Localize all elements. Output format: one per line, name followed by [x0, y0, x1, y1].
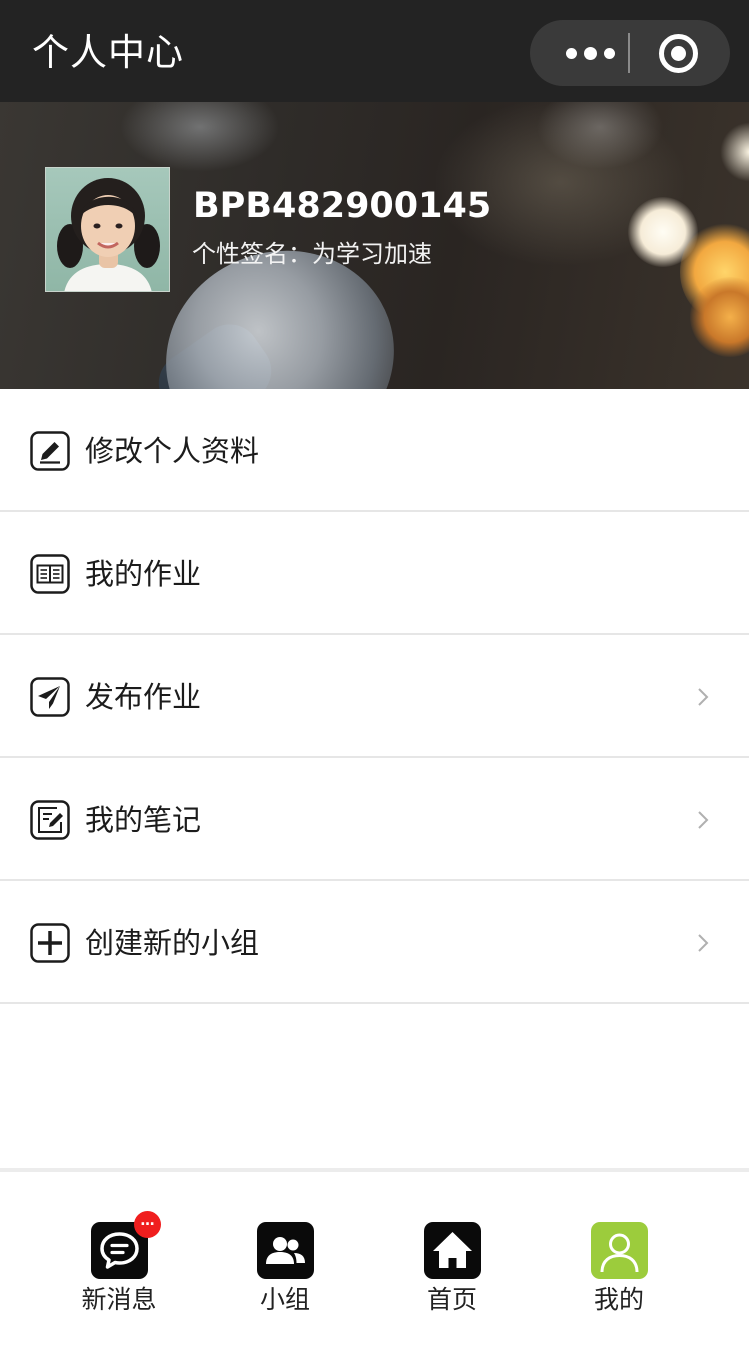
- capsule-divider: [628, 33, 630, 73]
- chevron-right-icon: [698, 811, 709, 829]
- tab-mine[interactable]: 我的: [559, 1216, 679, 1326]
- edit-pencil-icon: [30, 431, 70, 471]
- bottom-tab-bar: … 新消息 小组 首页 我的: [0, 1168, 749, 1355]
- menu-item-label: 修改个人资料: [85, 434, 260, 468]
- username: BPB482900145: [193, 186, 492, 226]
- user-icon: [591, 1222, 648, 1279]
- chevron-right-icon: [698, 688, 709, 706]
- menu-item-my-notes[interactable]: 我的笔记: [0, 758, 749, 881]
- tab-messages[interactable]: … 新消息: [59, 1211, 179, 1326]
- menu-item-label: 我的笔记: [85, 803, 202, 837]
- group-icon: [257, 1222, 314, 1279]
- menu-list: 修改个人资料 我的作业 发布作业 我的笔记 创建新的小组: [0, 389, 749, 1004]
- home-icon: [424, 1222, 481, 1279]
- menu-item-label: 我的作业: [85, 557, 202, 591]
- signature-text: 个性签名：为学习加速: [192, 240, 432, 268]
- avatar-portrait: [46, 168, 169, 291]
- target-circle-icon[interactable]: [659, 34, 698, 73]
- tab-label: 我的: [593, 1285, 644, 1314]
- background-bokeh: [720, 122, 749, 182]
- open-book-icon: [30, 554, 70, 594]
- background-bokeh: [120, 102, 280, 172]
- chevron-right-icon: [698, 934, 709, 952]
- tab-home[interactable]: 首页: [392, 1216, 512, 1326]
- menu-item-create-group[interactable]: 创建新的小组: [0, 881, 749, 1004]
- menu-item-publish-homework[interactable]: 发布作业: [0, 635, 749, 758]
- more-dots-icon[interactable]: [552, 20, 628, 86]
- tab-label: 小组: [259, 1285, 310, 1314]
- page-title: 个人中心: [32, 31, 184, 74]
- menu-item-edit-profile[interactable]: 修改个人资料: [0, 389, 749, 512]
- avatar[interactable]: [45, 167, 170, 292]
- plus-square-icon: [30, 923, 70, 963]
- profile-header: BPB482900145 个性签名：为学习加速: [0, 102, 749, 389]
- tab-label: 新消息: [81, 1285, 157, 1314]
- menu-item-label: 创建新的小组: [85, 926, 260, 960]
- paper-plane-icon: [30, 677, 70, 717]
- menu-item-my-homework[interactable]: 我的作业: [0, 512, 749, 635]
- top-navbar: 个人中心: [0, 0, 749, 102]
- note-edit-icon: [30, 800, 70, 840]
- unread-badge: …: [134, 1211, 161, 1238]
- menu-item-label: 发布作业: [85, 680, 202, 714]
- tab-label: 首页: [426, 1285, 477, 1314]
- mini-program-capsule: [530, 20, 730, 86]
- tab-groups[interactable]: 小组: [225, 1216, 345, 1326]
